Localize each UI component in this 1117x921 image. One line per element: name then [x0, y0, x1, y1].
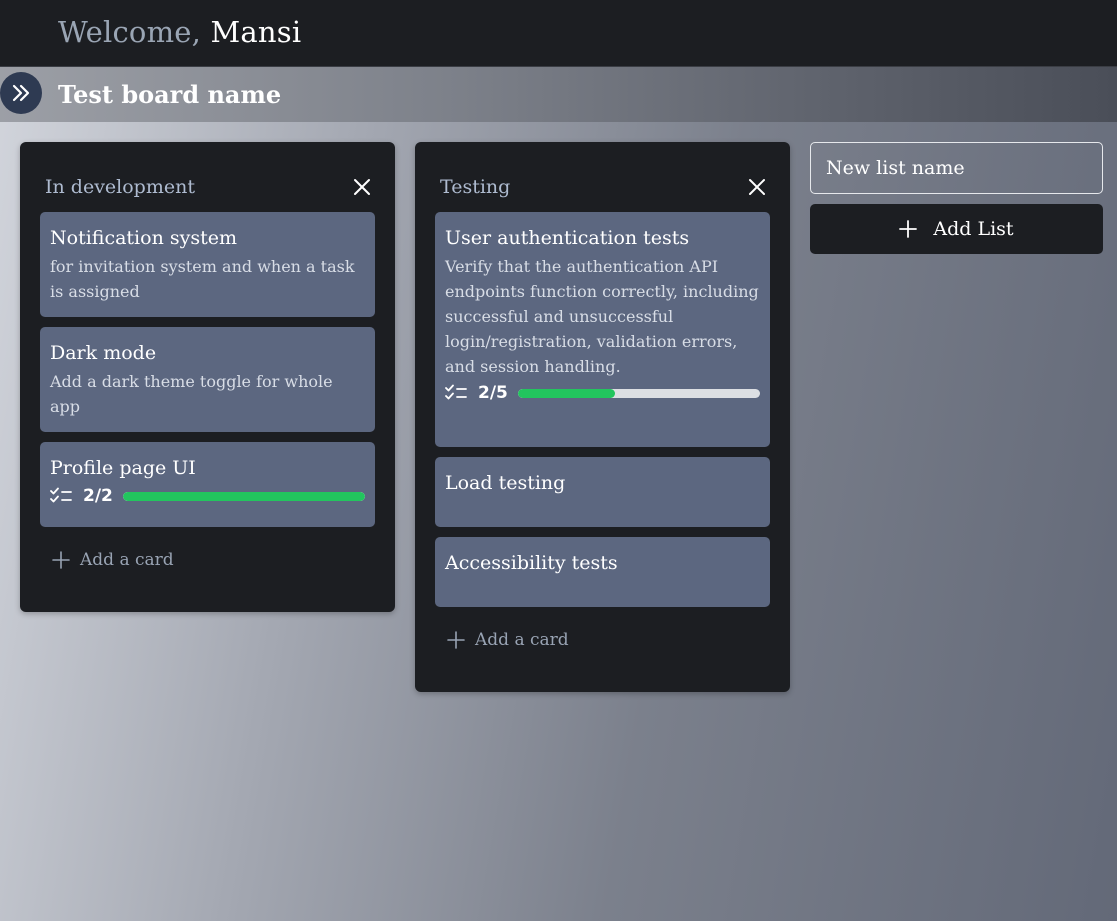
card-description: Add a dark theme toggle for whole app — [50, 372, 333, 416]
progress-fill — [122, 491, 365, 501]
checklist-count: 2/5 — [478, 383, 508, 403]
close-icon — [354, 179, 370, 195]
card-title: Accessibility tests — [445, 552, 618, 574]
card-title: Profile page UI — [50, 457, 196, 479]
close-icon — [749, 179, 765, 195]
new-list-name-input[interactable] — [810, 142, 1103, 194]
checklist-icon — [50, 487, 72, 503]
card-title: Dark mode — [50, 342, 157, 364]
card-description: Verify that the authentication API endpo… — [445, 257, 759, 376]
card-accessibility-tests[interactable]: Accessibility tests — [435, 537, 770, 607]
checklist-progress: 2/2 — [50, 486, 365, 506]
welcome-text: Welcome, Mansi — [58, 15, 301, 49]
plus-icon — [447, 631, 465, 649]
card-title: Load testing — [445, 472, 566, 494]
card-notification-system[interactable]: Notification system for invitation syste… — [40, 212, 375, 317]
card-description: for invitation system and when a task is… — [50, 257, 355, 301]
progress-fill — [517, 388, 615, 398]
list-title[interactable]: Testing — [440, 176, 510, 198]
card-title: Notification system — [50, 227, 237, 249]
user-name: Mansi — [210, 15, 302, 49]
close-list-button[interactable] — [353, 178, 371, 196]
card-profile-page-ui[interactable]: Profile page UI 2/2 — [40, 442, 375, 527]
card-dark-mode[interactable]: Dark mode Add a dark theme toggle for wh… — [40, 327, 375, 432]
progress-bar — [122, 491, 365, 501]
board-title: Test board name — [58, 80, 282, 109]
list-title[interactable]: In development — [45, 176, 195, 198]
checklist-icon — [445, 384, 467, 400]
add-card-label: Add a card — [80, 550, 174, 570]
card-title: User authentication tests — [445, 227, 690, 249]
add-card-label: Add a card — [475, 630, 569, 650]
add-card-button[interactable]: Add a card — [447, 630, 569, 650]
board-header: Test board name — [0, 67, 1117, 122]
expand-sidebar-button[interactable] — [0, 72, 42, 114]
welcome-prefix: Welcome, — [58, 15, 202, 49]
plus-icon — [52, 551, 70, 569]
plus-icon — [899, 220, 918, 238]
card-user-authentication-tests[interactable]: User authentication tests Verify that th… — [435, 212, 770, 447]
add-card-button[interactable]: Add a card — [52, 550, 174, 570]
chevron-double-right-icon — [12, 84, 30, 102]
progress-bar — [517, 388, 760, 398]
close-list-button[interactable] — [748, 178, 766, 196]
top-bar: Welcome, Mansi — [0, 0, 1117, 67]
list-testing: Testing User authentication tests Verify… — [415, 142, 790, 692]
checklist-count: 2/2 — [83, 486, 113, 506]
list-in-development: In development Notification system for i… — [20, 142, 395, 612]
add-list-label: Add List — [933, 218, 1014, 240]
add-list-button[interactable]: Add List — [810, 204, 1103, 254]
card-load-testing[interactable]: Load testing — [435, 457, 770, 527]
checklist-progress: 2/5 — [445, 383, 760, 403]
